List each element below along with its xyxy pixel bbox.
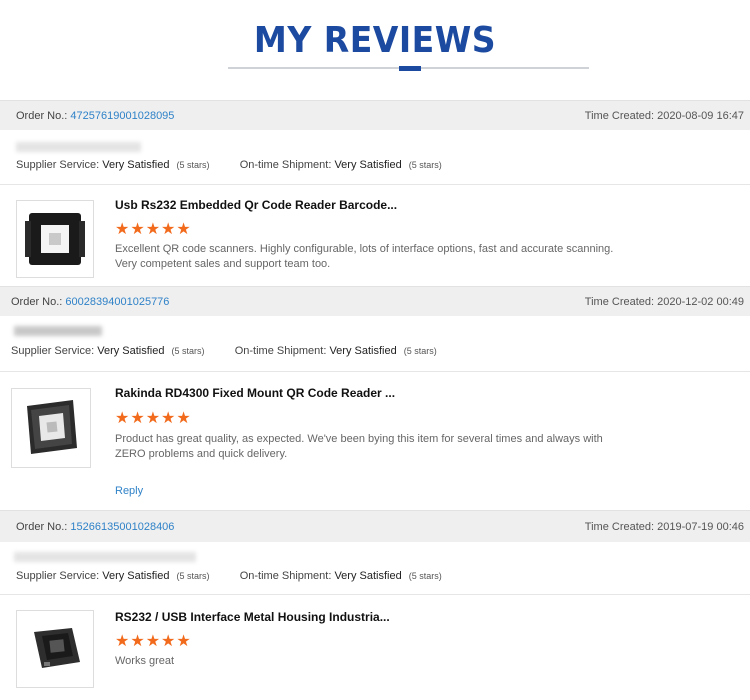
supplier-service-value: Very Satisfied <box>102 159 170 171</box>
supplier-service-stars: (5 stars) <box>176 160 210 170</box>
review-divider <box>0 371 750 372</box>
service-ratings: Supplier Service: Very Satisfied (5 star… <box>11 345 437 357</box>
order-bar: Order No.: 47257619001028095 Time Create… <box>0 100 750 130</box>
order-number: Order No.: 47257619001028095 <box>16 110 174 122</box>
time-created-value: 2019-07-19 00:46 <box>657 521 744 533</box>
review-card: Order No.: 15266135001028406 Time Create… <box>0 510 750 700</box>
metal-housing-scanner-icon <box>34 628 80 668</box>
product-thumbnail[interactable] <box>16 200 94 278</box>
service-ratings: Supplier Service: Very Satisfied (5 star… <box>16 570 442 582</box>
ontime-shipment-value: Very Satisfied <box>334 159 402 171</box>
ontime-shipment-label: On-time Shipment: <box>234 345 327 357</box>
product-thumbnail[interactable] <box>16 610 94 688</box>
order-number-link[interactable]: 47257619001028095 <box>70 110 174 122</box>
order-bar: Order No.: 60028394001025776 Time Create… <box>0 286 750 316</box>
rating-stars: ★★★★★ <box>115 633 192 650</box>
rating-stars: ★★★★★ <box>115 221 192 238</box>
supplier-service-stars: (5 stars) <box>171 346 205 356</box>
order-number-link[interactable]: 60028394001025776 <box>65 296 169 308</box>
time-created: Time Created: 2019-07-19 00:46 <box>585 521 744 533</box>
supplier-service-label: Supplier Service: <box>11 345 95 357</box>
ontime-shipment-label: On-time Shipment: <box>239 159 332 171</box>
order-number-label: Order No.: <box>11 296 63 308</box>
order-number-label: Order No.: <box>16 521 68 533</box>
service-ratings: Supplier Service: Very Satisfied (5 star… <box>16 159 442 171</box>
embedded-scanner-icon <box>25 213 85 265</box>
time-created: Time Created: 2020-08-09 16:47 <box>585 110 744 122</box>
time-created: Time Created: 2020-12-02 00:49 <box>585 296 744 308</box>
order-number: Order No.: 60028394001025776 <box>11 296 169 308</box>
time-created-value: 2020-12-02 00:49 <box>657 296 744 308</box>
rating-stars: ★★★★★ <box>115 410 192 427</box>
product-title[interactable]: RS232 / USB Interface Metal Housing Indu… <box>115 610 390 624</box>
fixed-mount-scanner-icon <box>27 400 77 454</box>
page-header: MY REVIEWS <box>0 0 750 100</box>
supplier-service-stars: (5 stars) <box>176 571 210 581</box>
supplier-service-label: Supplier Service: <box>16 159 100 171</box>
ontime-shipment-stars: (5 stars) <box>408 571 442 581</box>
review-divider <box>0 184 750 185</box>
time-created-value: 2020-08-09 16:47 <box>657 110 744 122</box>
review-text: Excellent QR code scanners. Highly confi… <box>115 243 614 270</box>
product-title[interactable]: Rakinda RD4300 Fixed Mount QR Code Reade… <box>115 386 395 400</box>
supplier-service-label: Supplier Service: <box>16 570 100 582</box>
buyer-name-redacted <box>14 552 196 562</box>
review-card: Order No.: 60028394001025776 Time Create… <box>0 286 750 510</box>
ontime-shipment-value: Very Satisfied <box>329 345 397 357</box>
order-bar: Order No.: 15266135001028406 Time Create… <box>0 510 750 542</box>
ontime-shipment-value: Very Satisfied <box>334 570 402 582</box>
time-created-label: Time Created: <box>584 296 655 308</box>
ontime-shipment-stars: (5 stars) <box>403 346 437 356</box>
order-number: Order No.: 15266135001028406 <box>16 521 174 533</box>
review-text: Works great <box>115 655 175 667</box>
review-card: Order No.: 47257619001028095 Time Create… <box>0 100 750 288</box>
review-text: Product has great quality, as expected. … <box>115 433 603 460</box>
buyer-name-redacted <box>16 142 141 152</box>
supplier-service-value: Very Satisfied <box>102 570 170 582</box>
page-title: MY REVIEWS <box>253 20 497 61</box>
title-underline-accent <box>399 66 421 71</box>
time-created-label: Time Created: <box>584 110 655 122</box>
reply-link[interactable]: Reply <box>115 485 143 497</box>
buyer-name-redacted <box>14 326 102 336</box>
product-title[interactable]: Usb Rs232 Embedded Qr Code Reader Barcod… <box>115 198 397 212</box>
product-thumbnail[interactable] <box>11 388 91 468</box>
order-number-link[interactable]: 15266135001028406 <box>70 521 174 533</box>
supplier-service-value: Very Satisfied <box>97 345 165 357</box>
ontime-shipment-label: On-time Shipment: <box>239 570 332 582</box>
review-divider <box>0 594 750 595</box>
time-created-label: Time Created: <box>584 521 655 533</box>
ontime-shipment-stars: (5 stars) <box>408 160 442 170</box>
order-number-label: Order No.: <box>16 110 68 122</box>
